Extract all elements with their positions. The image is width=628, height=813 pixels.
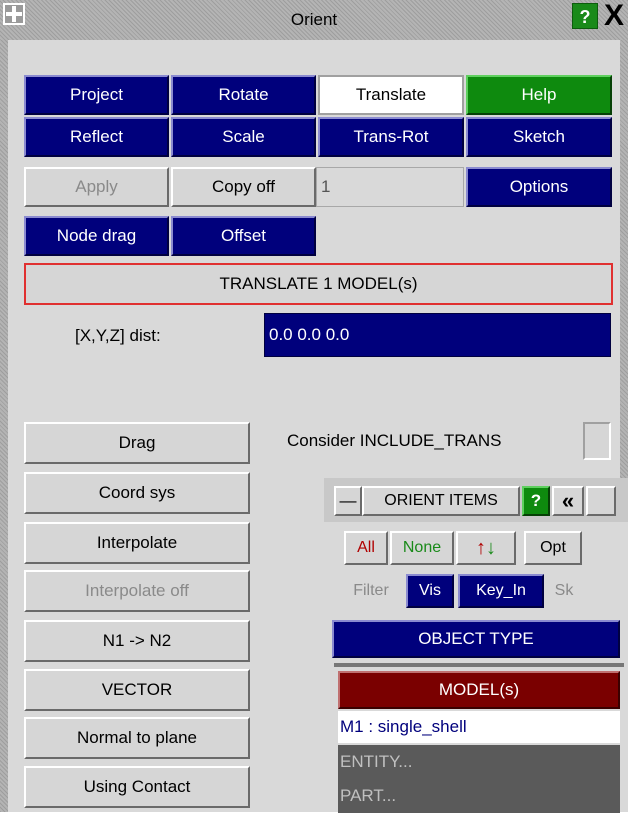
translate-status-banner: TRANSLATE 1 MODEL(s)	[24, 263, 613, 305]
model-header-button[interactable]: MODEL(s)	[338, 671, 620, 709]
window-frame-left	[0, 40, 8, 812]
reflect-button[interactable]: Reflect	[24, 117, 169, 157]
offset-button[interactable]: Offset	[171, 216, 316, 256]
orient-window: Orient ? X Project Rotate Translate Help…	[0, 0, 628, 813]
orient-items-header: — ORIENT ITEMS ? «	[324, 478, 628, 522]
vector-button[interactable]: VECTOR	[24, 669, 250, 711]
copy-off-button[interactable]: Copy off	[171, 167, 316, 207]
arrow-down-icon: ↓	[486, 536, 496, 559]
help-button[interactable]: Help	[466, 75, 612, 115]
trans-rot-button[interactable]: Trans-Rot	[318, 117, 464, 157]
include-trans-checkbox[interactable]	[583, 422, 611, 460]
close-icon[interactable]: X	[600, 0, 628, 34]
object-type-button[interactable]: OBJECT TYPE	[332, 620, 620, 658]
arrow-up-icon: ↑	[476, 536, 486, 559]
vis-button[interactable]: Vis	[406, 574, 454, 608]
using-contact-button[interactable]: Using Contact	[24, 766, 250, 808]
entity-row[interactable]: ENTITY...	[338, 745, 620, 779]
select-all-button[interactable]: All	[344, 531, 388, 565]
opt-button[interactable]: Opt	[524, 531, 582, 565]
title-bar[interactable]: Orient ? X	[0, 0, 628, 40]
minimize-button[interactable]: —	[334, 486, 362, 516]
window-title: Orient	[290, 10, 338, 29]
n1-n2-button[interactable]: N1 -> N2	[24, 620, 250, 662]
node-drag-button[interactable]: Node drag	[24, 216, 169, 256]
key-in-button[interactable]: Key_In	[458, 574, 544, 608]
sketch-select-button[interactable]: Sk	[546, 574, 582, 608]
translate-button[interactable]: Translate	[318, 75, 464, 115]
normal-to-plane-button[interactable]: Normal to plane	[24, 717, 250, 759]
collapse-icon[interactable]: «	[552, 486, 584, 516]
scale-button[interactable]: Scale	[171, 117, 316, 157]
project-button[interactable]: Project	[24, 75, 169, 115]
filter-label[interactable]: Filter	[344, 574, 398, 608]
part-row[interactable]: PART...	[338, 779, 620, 813]
interpolate-off-button[interactable]: Interpolate off	[24, 570, 250, 612]
panel-help-icon[interactable]: ?	[522, 486, 550, 516]
rotate-button[interactable]: Rotate	[171, 75, 316, 115]
swap-selection-button[interactable]: ↑ ↓	[456, 531, 516, 565]
include-trans-label: Consider INCLUDE_TRANS	[287, 431, 502, 450]
help-icon[interactable]: ?	[572, 3, 598, 29]
select-all-label: All	[357, 539, 375, 556]
dist-input[interactable]: 0.0 0.0 0.0	[264, 313, 611, 357]
select-none-button[interactable]: None	[390, 531, 454, 565]
apply-button[interactable]: Apply	[24, 167, 169, 207]
model-list-item[interactable]: M1 : single_shell	[338, 711, 620, 743]
dist-label: [X,Y,Z] dist:	[75, 326, 161, 345]
divider	[334, 663, 624, 667]
sketch-button[interactable]: Sketch	[466, 117, 612, 157]
drag-button[interactable]: Drag	[24, 422, 250, 464]
select-none-label: None	[402, 539, 442, 556]
coord-sys-button[interactable]: Coord sys	[24, 472, 250, 514]
interpolate-button[interactable]: Interpolate	[24, 522, 250, 564]
orient-items-title: ORIENT ITEMS	[362, 486, 520, 516]
copy-count-input[interactable]: 1	[316, 167, 464, 207]
panel-minimize-icon[interactable]	[586, 486, 616, 516]
options-button[interactable]: Options	[466, 167, 612, 207]
